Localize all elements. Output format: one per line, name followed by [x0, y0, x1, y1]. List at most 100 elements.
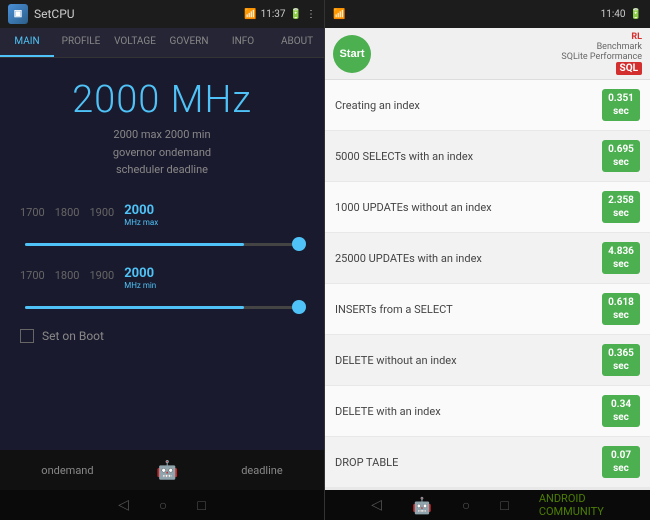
bench-value-2: 2.358sec — [602, 191, 640, 223]
app-icon: ▣ — [8, 4, 28, 24]
wifi-icon: 📶 — [244, 9, 256, 20]
set-boot-label: Set on Boot — [42, 329, 104, 343]
recent-btn-left[interactable]: □ — [197, 497, 205, 514]
nav-buttons-right: ◁ 🤖 ○ □ ANDROIDCOMMUNITY — [325, 490, 650, 520]
bench-item-7: DROP TABLE 0.07sec — [325, 437, 650, 488]
app-name: SetCPU — [34, 7, 75, 21]
right-panel: 📶 11:40 🔋 Start RL Benchmark SQLite Perf… — [325, 0, 650, 520]
max-slider-fill — [25, 243, 244, 246]
freq-max-label: MHz max — [124, 218, 158, 227]
rl-label: RL — [631, 32, 642, 42]
android-community-logo: ANDROIDCOMMUNITY — [539, 492, 604, 518]
left-status-icons: 📶 11:37 🔋 ⋮ — [244, 9, 316, 20]
scheduler-stat: deadline — [241, 464, 282, 477]
sql-badge: SQL — [616, 62, 642, 75]
benchmark-header: Start RL Benchmark SQLite Performance SQ… — [325, 28, 650, 80]
bench-value-5: 0.365sec — [602, 344, 640, 376]
bench-label-2: 1000 UPDATEs without an index — [335, 201, 602, 214]
bench-item-4: INSERTs from a SELECT 0.618sec — [325, 284, 650, 335]
nav-voltage[interactable]: VOLTAGE — [108, 28, 162, 57]
right-status-icons: 11:40 🔋 — [601, 9, 642, 20]
back-btn-left[interactable]: ◁ — [118, 497, 129, 513]
bench-label-1: 5000 SELECTs with an index — [335, 150, 602, 163]
freq-1700-min: 1700 — [20, 269, 45, 282]
home-btn-right[interactable]: ○ — [462, 497, 470, 514]
freq-1800-max: 1800 — [55, 206, 80, 219]
bench-value-6: 0.34sec — [602, 395, 640, 427]
max-slider-thumb[interactable] — [292, 237, 306, 251]
bench-value-1: 0.695sec — [602, 140, 640, 172]
recent-btn-right[interactable]: □ — [500, 497, 508, 514]
freq-1700-max: 1700 — [20, 206, 45, 219]
nav-bar: MAIN PROFILE VOLTAGE GOVERN INFO ABOUT — [0, 28, 324, 58]
bench-label-6: DELETE with an index — [335, 405, 602, 418]
freq-1900-min: 1900 — [89, 269, 114, 282]
time-left: 11:37 — [261, 9, 286, 20]
bench-item-0: Creating an index 0.351sec — [325, 80, 650, 131]
max-slider-track[interactable] — [25, 243, 299, 246]
set-boot-checkbox[interactable] — [20, 329, 34, 343]
bench-item-3: 25000 UPDATEs with an index 4.836sec — [325, 233, 650, 284]
back-btn-right[interactable]: ◁ — [371, 497, 382, 513]
min-slider-track-container[interactable] — [20, 306, 304, 309]
right-status-left: 📶 — [333, 9, 345, 20]
cpu-frequency: 2000 MHz — [72, 78, 252, 122]
freq-1900-max: 1900 — [89, 206, 114, 219]
main-content: 2000 MHz 2000 max 2000 min governor onde… — [0, 58, 324, 450]
min-slider-thumb[interactable] — [292, 300, 306, 314]
nav-profile[interactable]: PROFILE — [54, 28, 108, 57]
nav-about[interactable]: ABOUT — [270, 28, 324, 57]
benchmark-title-area: RL Benchmark SQLite Performance SQL — [561, 32, 642, 75]
signal-icon: 📶 — [333, 9, 345, 20]
freq-2000-min: 2000 — [124, 266, 154, 281]
min-slider-row: 1700 1800 1900 2000 MHz min — [20, 262, 304, 290]
left-panel: ▣ SetCPU 📶 11:37 🔋 ⋮ MAIN PROFILE VOLTAG… — [0, 0, 325, 520]
bench-label-5: DELETE without an index — [335, 354, 602, 367]
more-icon: ⋮ — [306, 9, 316, 20]
nav-buttons-left: ◁ ○ □ — [0, 490, 324, 520]
nav-info[interactable]: INFO — [216, 28, 270, 57]
android-logo-right: 🤖 — [412, 496, 432, 515]
android-logo-left: 🤖 — [156, 460, 178, 481]
time-right: 11:40 — [601, 9, 626, 20]
bench-value-4: 0.618sec — [602, 293, 640, 325]
nav-main[interactable]: MAIN — [0, 28, 54, 57]
bench-label-3: 25000 UPDATEs with an index — [335, 252, 602, 265]
min-slider-track[interactable] — [25, 306, 299, 309]
battery-icon-left: 🔋 — [290, 9, 302, 20]
bench-item-6: DELETE with an index 0.34sec — [325, 386, 650, 437]
freq-1800-min: 1800 — [55, 269, 80, 282]
benchmark-list: Creating an index 0.351sec 5000 SELECTs … — [325, 80, 650, 490]
bench-item-5: DELETE without an index 0.365sec — [325, 335, 650, 386]
benchmark-name: Benchmark — [597, 42, 642, 52]
home-btn-left[interactable]: ○ — [159, 497, 167, 514]
battery-icon-right: 🔋 — [630, 9, 642, 20]
freq-2000-max-container: 2000 MHz max — [124, 199, 158, 227]
right-status-bar: 📶 11:40 🔋 — [325, 0, 650, 28]
bench-item-1: 5000 SELECTs with an index 0.695sec — [325, 131, 650, 182]
bench-value-7: 0.07sec — [602, 446, 640, 478]
bench-label-4: INSERTs from a SELECT — [335, 303, 602, 316]
bench-value-3: 4.836sec — [602, 242, 640, 274]
max-freq-marks: 1700 1800 1900 2000 MHz max — [20, 199, 304, 227]
bench-label-7: DROP TABLE — [335, 456, 602, 469]
bottom-bar-left: ondemand 🤖 deadline — [0, 450, 324, 490]
nav-govern[interactable]: GOVERN — [162, 28, 216, 57]
max-slider-track-container[interactable] — [20, 243, 304, 246]
slider-area: 1700 1800 1900 2000 MHz max 17 — [10, 199, 314, 343]
bench-label-0: Creating an index — [335, 99, 602, 112]
bench-item-2: 1000 UPDATEs without an index 2.358sec — [325, 182, 650, 233]
bench-value-0: 0.351sec — [602, 89, 640, 121]
cpu-info: 2000 max 2000 min governor ondemand sche… — [113, 126, 211, 179]
freq-min-label: MHz min — [124, 281, 156, 290]
start-button[interactable]: Start — [333, 35, 371, 73]
min-slider-fill — [25, 306, 244, 309]
benchmark-subtitle: SQLite Performance — [561, 52, 642, 62]
app-title: ▣ SetCPU — [8, 4, 75, 24]
left-status-bar: ▣ SetCPU 📶 11:37 🔋 ⋮ — [0, 0, 324, 28]
freq-2000-min-container: 2000 MHz min — [124, 262, 156, 290]
max-slider-row: 1700 1800 1900 2000 MHz max — [20, 199, 304, 227]
governor-stat: ondemand — [41, 464, 93, 477]
set-boot-row: Set on Boot — [20, 329, 304, 343]
min-freq-marks: 1700 1800 1900 2000 MHz min — [20, 262, 304, 290]
